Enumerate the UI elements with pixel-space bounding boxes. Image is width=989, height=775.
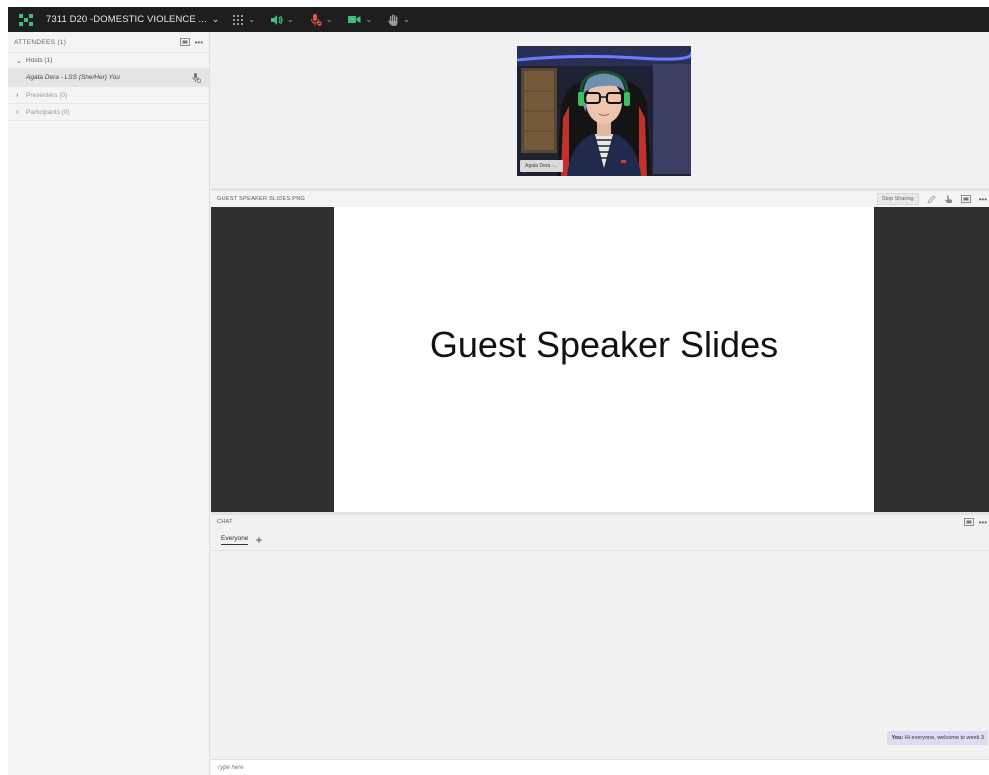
chevron-right-icon: › (16, 91, 19, 99)
chevron-right-icon: › (16, 108, 19, 116)
shared-file-name: GUEST SPEAKER SLIDES.PNG (217, 196, 306, 202)
chat-input[interactable] (217, 764, 957, 771)
chat-tabs: Everyone + (211, 529, 989, 551)
speaker-icon (271, 14, 283, 25)
maximize-pod-icon[interactable] (960, 195, 971, 203)
chevron-down-icon: ⌄ (287, 15, 294, 24)
chat-options-button[interactable]: ••• (979, 518, 987, 527)
hand-icon (388, 14, 398, 26)
share-pod-content: Guest Speaker Slides (211, 207, 989, 512)
chat-pod: CHAT ••• Everyone + You: Hi everyone, we… (211, 515, 989, 775)
chat-title: CHAT (217, 519, 233, 525)
attendees-panel: ATTENDEES (1) ••• ⌄ Hosts (1) Agata Dera… (8, 32, 210, 775)
camera-icon (348, 16, 361, 23)
maximize-pod-icon[interactable] (179, 38, 190, 46)
chat-message: You: Hi everyone, welcome to week 3 (887, 731, 988, 745)
hosts-group-toggle[interactable]: ⌄ Hosts (1) (8, 52, 209, 69)
pointer-hand-icon[interactable] (944, 194, 953, 204)
chat-message-sender: You: (891, 735, 904, 741)
chevron-down-icon: ⌄ (16, 57, 22, 65)
audio-button[interactable]: ⌄ (271, 7, 294, 32)
share-pod-header: GUEST SPEAKER SLIDES.PNG Stop Sharing ••… (211, 191, 989, 207)
video-pod: Agata Dera -... (211, 32, 989, 188)
tab-everyone[interactable]: Everyone (221, 535, 249, 545)
chevron-down-icon: ⌄ (248, 15, 256, 24)
attendees-header: ATTENDEES (1) ••• (8, 32, 209, 52)
chevron-down-icon: ⌄ (403, 15, 410, 24)
hosts-group-label: Hosts (1) (26, 57, 53, 64)
app-logo-icon (12, 7, 40, 32)
slide-title: Guest Speaker Slides (429, 323, 779, 365)
raise-hand-button[interactable]: ⌄ (388, 7, 410, 32)
maximize-pod-icon[interactable] (963, 518, 974, 526)
meeting-window: 7311 D20 -DOMESTIC VIOLENCE ... ⌄ ⌄ ⌄ ⌄ … (8, 7, 989, 775)
stop-sharing-button[interactable]: Stop Sharing (876, 193, 919, 205)
participants-group-toggle[interactable]: › Participants (0) (8, 104, 209, 121)
chevron-down-icon: ⌄ (365, 15, 373, 24)
attendees-options-button[interactable]: ••• (195, 38, 203, 47)
webcam-name-tag: Agata Dera -... (520, 160, 563, 172)
meeting-menu-chevron-down-icon[interactable]: ⌄ (212, 14, 220, 25)
chat-message-text: Hi everyone, welcome to week 3 (903, 735, 984, 741)
presenters-group-label: Presenters (0) (26, 91, 68, 99)
pencil-icon[interactable] (927, 194, 936, 204)
mic-muted-icon (192, 72, 201, 83)
webcam-image (517, 46, 691, 176)
mic-muted-icon (310, 13, 322, 26)
chat-header: CHAT ••• (211, 515, 989, 529)
meeting-title[interactable]: 7311 D20 -DOMESTIC VIOLENCE ... (46, 14, 207, 25)
presenters-group-toggle[interactable]: › Presenters (0) (8, 87, 209, 104)
share-options-button[interactable]: ••• (979, 195, 987, 204)
add-chat-tab-button[interactable]: + (255, 534, 262, 546)
attendees-title: ATTENDEES (1) (14, 38, 67, 46)
grid-icon (233, 14, 244, 25)
attendee-row[interactable]: Agata Dera - LSS (She/Her) You (8, 69, 209, 87)
chat-input-bar (211, 759, 989, 775)
attendee-name: Agata Dera - LSS (She/Her) You (26, 74, 120, 81)
participants-group-label: Participants (0) (26, 108, 70, 116)
microphone-button[interactable]: ⌄ (310, 7, 333, 32)
layouts-button[interactable]: ⌄ (233, 7, 255, 32)
chevron-down-icon: ⌄ (325, 15, 333, 24)
camera-button[interactable]: ⌄ (348, 7, 372, 32)
webcam-feed[interactable]: Agata Dera -... (517, 46, 691, 176)
shared-slide: Guest Speaker Slides (334, 207, 874, 512)
top-toolbar: 7311 D20 -DOMESTIC VIOLENCE ... ⌄ ⌄ ⌄ ⌄ … (8, 7, 989, 32)
